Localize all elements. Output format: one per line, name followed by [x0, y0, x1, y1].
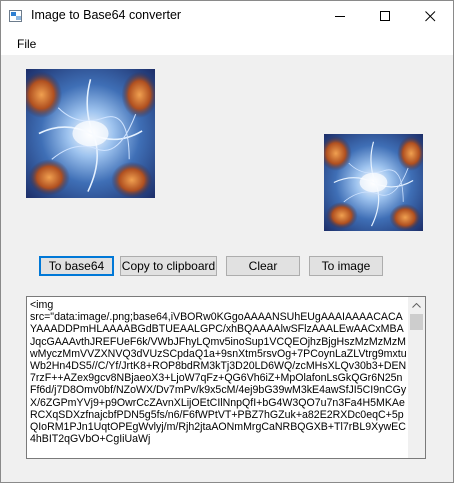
menu-file[interactable]: File — [17, 37, 36, 51]
clear-button[interactable]: Clear — [226, 256, 300, 276]
minimize-icon — [335, 16, 345, 17]
scroll-thumb[interactable] — [410, 314, 423, 330]
app-window-icon — [9, 10, 22, 22]
maximize-button[interactable] — [363, 1, 408, 31]
scroll-up-arrow-icon — [412, 303, 421, 308]
decoded-image-preview — [324, 134, 423, 231]
source-image-preview — [26, 69, 155, 198]
maximize-icon — [380, 11, 390, 21]
app-window: Image to Base64 converter File To base64… — [0, 0, 454, 483]
window-title: Image to Base64 converter — [31, 8, 182, 22]
title-bar[interactable]: Image to Base64 converter — [1, 1, 453, 31]
close-icon — [425, 11, 436, 22]
vertical-scrollbar[interactable] — [408, 297, 425, 458]
to-base64-button[interactable]: To base64 — [39, 256, 114, 276]
copy-to-clipboard-button[interactable]: Copy to clipboard — [120, 256, 217, 276]
close-button[interactable] — [408, 1, 453, 31]
minimize-button[interactable] — [318, 1, 363, 31]
menu-bar: File — [1, 31, 453, 56]
base64-output-textarea[interactable]: <img src="data:image/.png;base64,iVBORw0… — [26, 296, 426, 459]
to-image-button[interactable]: To image — [309, 256, 383, 276]
base64-output-text: <img src="data:image/.png;base64,iVBORw0… — [30, 299, 407, 446]
scroll-up-button[interactable] — [408, 297, 425, 314]
